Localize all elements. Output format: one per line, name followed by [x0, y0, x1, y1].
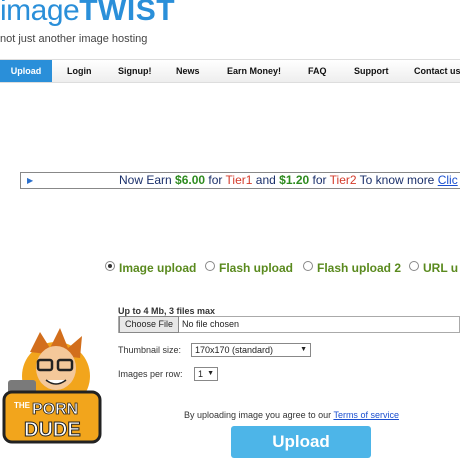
radio-flash-upload[interactable]: Flash upload	[205, 261, 293, 275]
nav-signup[interactable]: Signup!	[118, 60, 152, 82]
play-icon: ▶	[27, 176, 34, 185]
radio-flash-upload-2[interactable]: Flash upload 2	[303, 261, 401, 275]
file-status: No file chosen	[182, 319, 240, 329]
choose-file-button[interactable]: Choose File	[119, 316, 180, 333]
earn-banner[interactable]: ▶ Now Earn $6.00 for Tier1 and $1.20 for…	[20, 172, 460, 189]
thumbnail-size-select[interactable]: 170x170 (standard) ▼	[191, 343, 311, 357]
nav-earn-money[interactable]: Earn Money!	[227, 60, 281, 82]
main-nav: Upload Login Signup! News Earn Money! FA…	[0, 59, 460, 83]
mascot-the-text: THE	[14, 401, 31, 410]
porn-dude-ad[interactable]: THE PORN DUDE	[0, 322, 112, 454]
terms-of-service-link[interactable]: Terms of service	[333, 410, 399, 420]
mascot-porn-text: PORN	[32, 401, 78, 418]
banner-text: Now Earn $6.00 for Tier1 and $1.20 for T…	[119, 173, 458, 187]
radio-unselected-icon[interactable]	[303, 261, 313, 271]
site-logo[interactable]: imageTWIST	[0, 0, 175, 28]
mascot-dude-text: DUDE	[24, 419, 81, 441]
dropdown-arrow-icon: ▼	[300, 346, 307, 353]
upload-limit-text: Up to 4 Mb, 3 files max	[118, 306, 216, 316]
images-per-row-label: Images per row:	[118, 369, 183, 379]
radio-selected-icon[interactable]	[105, 261, 115, 271]
upload-button[interactable]: Upload	[231, 426, 371, 458]
terms-notice: By uploading image you agree to our Term…	[184, 410, 399, 420]
thumbnail-size-label: Thumbnail size:	[118, 345, 182, 355]
nav-support[interactable]: Support	[354, 60, 389, 82]
images-per-row-select[interactable]: 1 ▼	[194, 367, 218, 381]
nav-login[interactable]: Login	[67, 60, 92, 82]
radio-image-upload[interactable]: Image upload	[105, 261, 196, 275]
nav-contact-us[interactable]: Contact us	[414, 60, 460, 82]
nav-news[interactable]: News	[176, 60, 200, 82]
file-input[interactable]: Choose File No file chosen	[118, 316, 460, 333]
nav-faq[interactable]: FAQ	[308, 60, 327, 82]
logo-part-image: image	[0, 0, 80, 27]
radio-url-upload[interactable]: URL u	[409, 261, 458, 275]
banner-click-link[interactable]: Clic	[438, 173, 458, 187]
radio-unselected-icon[interactable]	[409, 261, 419, 271]
dropdown-arrow-icon: ▼	[207, 370, 214, 377]
site-tagline: not just another image hosting	[0, 33, 148, 45]
nav-upload[interactable]: Upload	[0, 60, 52, 82]
radio-unselected-icon[interactable]	[205, 261, 215, 271]
logo-part-twist: TWIST	[79, 0, 176, 27]
